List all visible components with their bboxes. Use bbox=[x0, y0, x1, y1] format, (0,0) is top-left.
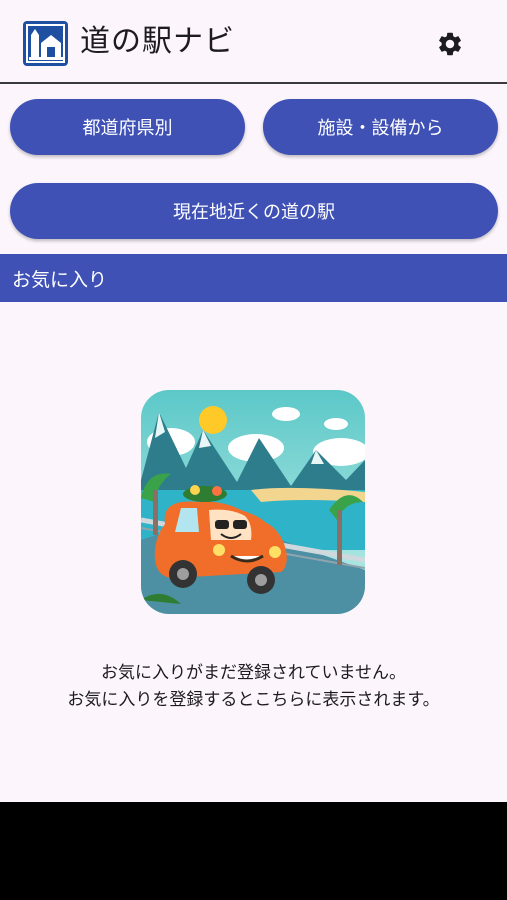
gear-icon[interactable] bbox=[436, 30, 464, 58]
favorites-header-label: お気に入り bbox=[12, 268, 108, 291]
empty-favorites-message: お気に入りがまだ登録されていません。 お気に入りを登録するとこちらに表示されます… bbox=[0, 660, 507, 714]
empty-message-line-2: お気に入りを登録するとこちらに表示されます。 bbox=[67, 690, 440, 710]
by-facility-button[interactable]: 施設・設備から bbox=[263, 99, 498, 155]
empty-message-line-1: お気に入りがまだ登録されていません。 bbox=[101, 663, 406, 683]
roadside-station-logo-icon bbox=[23, 21, 68, 66]
app-bar: 道の駅ナビ bbox=[0, 0, 507, 84]
nearby-stations-button[interactable]: 現在地近くの道の駅 bbox=[10, 183, 498, 239]
by-prefecture-button[interactable]: 都道府県別 bbox=[10, 99, 245, 155]
app-title: 道の駅ナビ bbox=[80, 24, 235, 59]
app-screen: 道の駅ナビ 都道府県別 施設・設備から 現在地近くの道の駅 お気に入り お気に入… bbox=[0, 0, 507, 802]
favorites-header: お気に入り bbox=[0, 254, 507, 302]
car-by-sea-illustration bbox=[141, 390, 365, 614]
